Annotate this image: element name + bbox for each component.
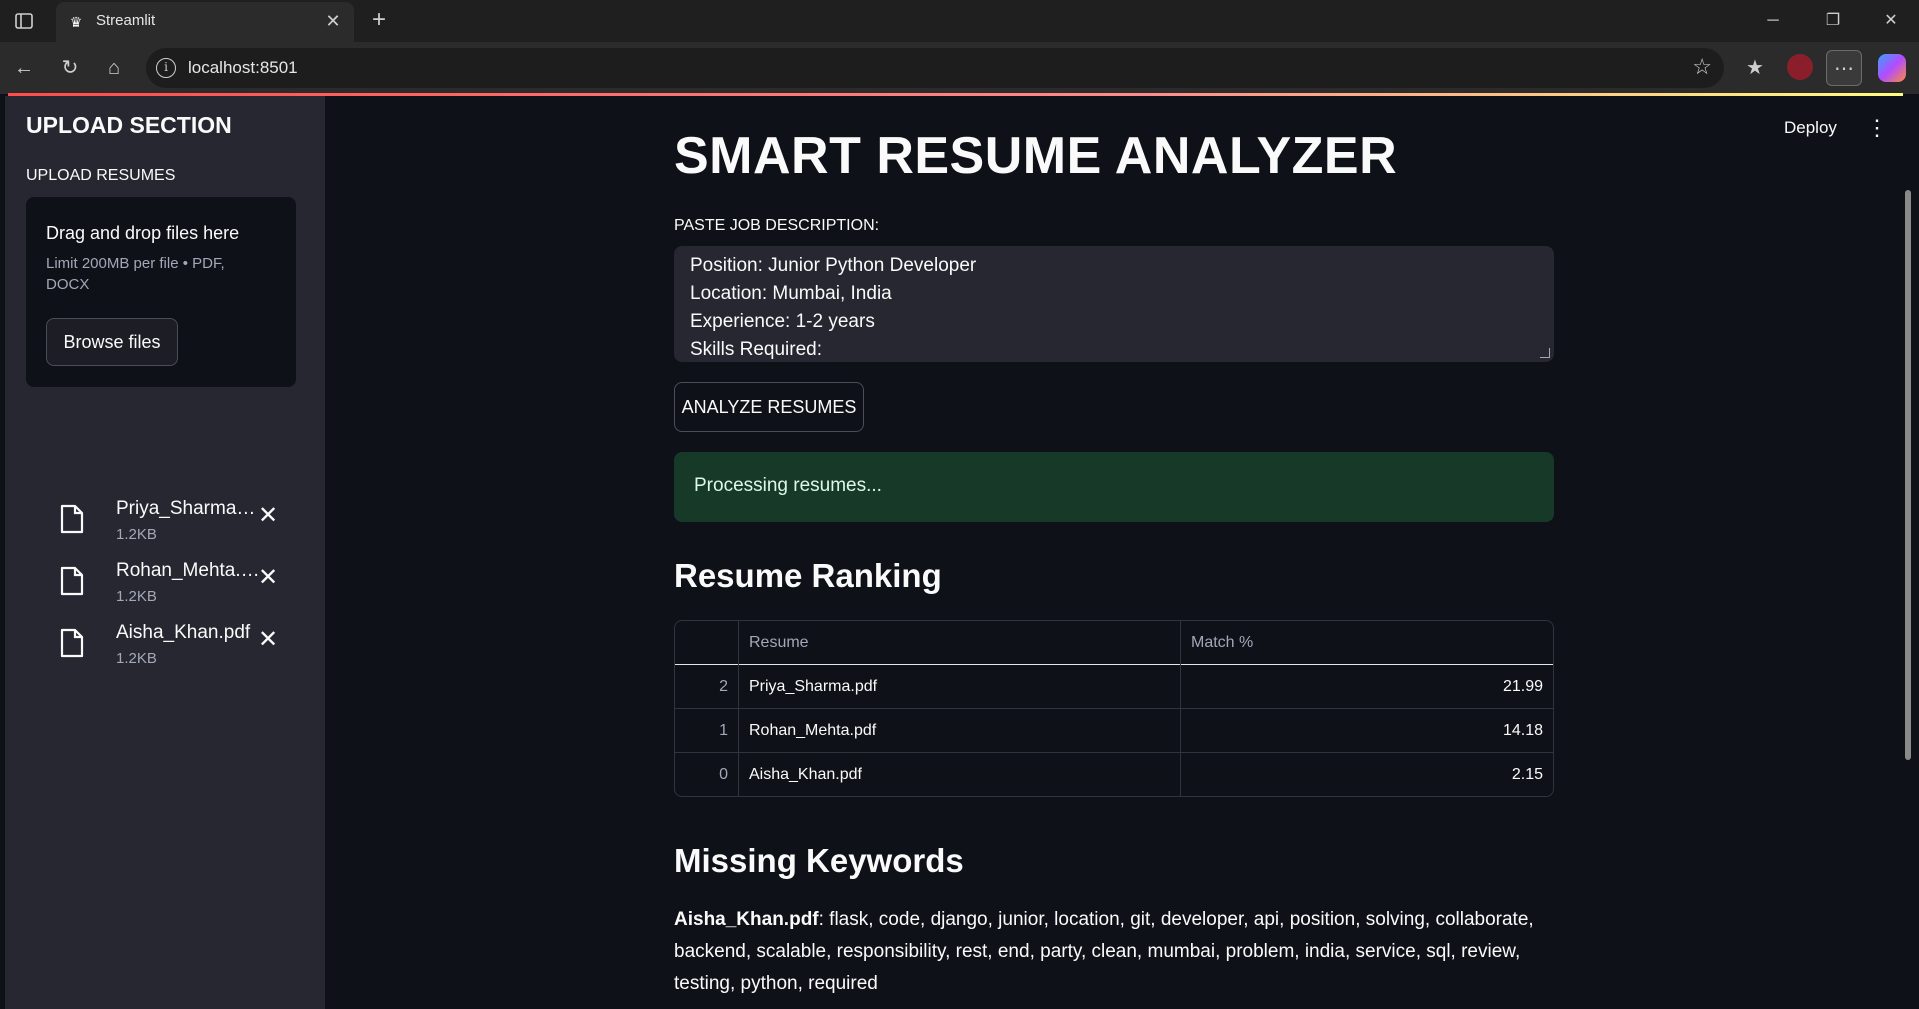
browser-tab-bar: ♛ Streamlit ✕ + ─ ❐ ✕ (0, 0, 1919, 42)
table-row[interactable]: 2 Priya_Sharma.pdf 21.99 (675, 665, 1553, 709)
minimize-icon[interactable]: ─ (1753, 8, 1793, 34)
streamlit-favicon-icon: ♛ (69, 14, 83, 30)
uploaded-file: Priya_Sharma.pdf 1.2KB ✕ (56, 498, 296, 548)
file-name: Rohan_Mehta.pdf (116, 560, 260, 581)
file-size: 1.2KB (116, 588, 157, 605)
job-description-textarea[interactable]: Position: Junior Python Developer Locati… (674, 246, 1554, 362)
missing-keywords-file: Aisha_Khan.pdf (674, 909, 819, 930)
reload-icon[interactable]: ↻ (56, 54, 84, 82)
ranking-table[interactable]: Resume Match % 2 Priya_Sharma.pdf 21.99 … (674, 620, 1554, 797)
profile-avatar[interactable] (1787, 54, 1813, 80)
restore-icon[interactable]: ❐ (1813, 8, 1853, 34)
tab-actions-icon[interactable] (12, 9, 36, 33)
missing-keywords-heading: Missing Keywords (674, 842, 964, 879)
resume-cell: Rohan_Mehta.pdf (739, 709, 1181, 753)
site-info-icon[interactable]: i (156, 58, 176, 78)
file-icon (60, 504, 84, 534)
dropzone-title: Drag and drop files here (46, 223, 240, 243)
row-index: 0 (675, 753, 739, 796)
page-title: SMART RESUME ANALYZER (674, 127, 1398, 185)
file-name: Aisha_Khan.pdf (116, 622, 251, 643)
jd-line: Location: Mumbai, India (690, 283, 892, 304)
remove-file-icon[interactable]: ✕ (256, 628, 280, 652)
tab-title: Streamlit (96, 12, 156, 29)
upload-label: UPLOAD RESUMES (26, 167, 176, 184)
match-cell: 14.18 (1502, 722, 1543, 739)
file-size: 1.2KB (116, 650, 157, 667)
column-header-resume[interactable]: Resume (739, 621, 1181, 665)
jd-line: Skills Required: (690, 339, 822, 360)
row-index: 2 (675, 665, 739, 709)
file-icon (60, 628, 84, 658)
status-text: Processing resumes... (694, 475, 882, 496)
table-row[interactable]: 0 Aisha_Khan.pdf 2.15 (675, 753, 1553, 796)
uploaded-file: Rohan_Mehta.pdf 1.2KB ✕ (56, 560, 296, 610)
new-tab-icon[interactable]: + (366, 8, 392, 34)
deploy-button[interactable]: Deploy (1784, 118, 1837, 138)
file-name: Priya_Sharma.pdf (116, 498, 260, 519)
close-window-icon[interactable]: ✕ (1871, 8, 1911, 34)
file-dropzone[interactable]: Drag and drop files here Limit 200MB per… (26, 197, 296, 387)
remove-file-icon[interactable]: ✕ (256, 566, 280, 590)
main-menu-icon[interactable]: ⋮ (1866, 114, 1888, 142)
jd-line: Position: Junior Python Developer (690, 255, 977, 276)
remove-file-icon[interactable]: ✕ (256, 504, 280, 528)
address-bar[interactable]: i localhost:8501 ☆ (146, 48, 1724, 88)
file-icon (60, 566, 84, 596)
browse-files-button[interactable]: Browse files (46, 318, 178, 366)
column-header-match[interactable]: Match % (1181, 621, 1553, 665)
analyze-resumes-button[interactable]: ANALYZE RESUMES (674, 382, 864, 432)
resize-handle-icon[interactable] (1540, 348, 1550, 358)
match-cell: 21.99 (1502, 678, 1543, 695)
copilot-icon[interactable] (1878, 54, 1906, 82)
match-cell: 2.15 (1511, 766, 1543, 783)
home-icon[interactable]: ⌂ (100, 54, 128, 82)
resume-cell: Priya_Sharma.pdf (739, 665, 1181, 709)
dropzone-limit: Limit 200MB per file • PDF, DOCX (46, 255, 225, 293)
job-description-label: PASTE JOB DESCRIPTION: (674, 217, 880, 234)
sidebar-header: UPLOAD SECTION (26, 112, 232, 138)
uploaded-file: Aisha_Khan.pdf 1.2KB ✕ (56, 622, 296, 672)
file-size: 1.2KB (116, 526, 157, 543)
column-header-index[interactable] (675, 621, 739, 665)
jd-line: Experience: 1-2 years (690, 311, 875, 332)
favorite-star-icon[interactable]: ☆ (1692, 54, 1712, 80)
browser-toolbar: ← ↻ ⌂ i localhost:8501 ☆ ★ ⋯ (0, 42, 1919, 94)
table-row[interactable]: 1 Rohan_Mehta.pdf 14.18 (675, 709, 1553, 753)
table-header: Resume Match % (675, 621, 1553, 665)
resume-cell: Aisha_Khan.pdf (739, 753, 1181, 796)
favorites-icon[interactable]: ★ (1737, 50, 1773, 86)
row-index: 1 (675, 709, 739, 753)
more-menu-icon[interactable]: ⋯ (1826, 50, 1862, 86)
url-text[interactable]: localhost:8501 (188, 58, 298, 78)
back-icon[interactable]: ← (10, 54, 38, 82)
scrollbar[interactable] (1905, 190, 1911, 760)
browser-tab[interactable]: ♛ Streamlit ✕ (56, 2, 354, 42)
close-tab-icon[interactable]: ✕ (322, 10, 344, 32)
status-message: Processing resumes... (674, 452, 1554, 522)
missing-keywords-text: Aisha_Khan.pdf: flask, code, django, jun… (674, 904, 1554, 1000)
ranking-heading: Resume Ranking (674, 557, 942, 594)
